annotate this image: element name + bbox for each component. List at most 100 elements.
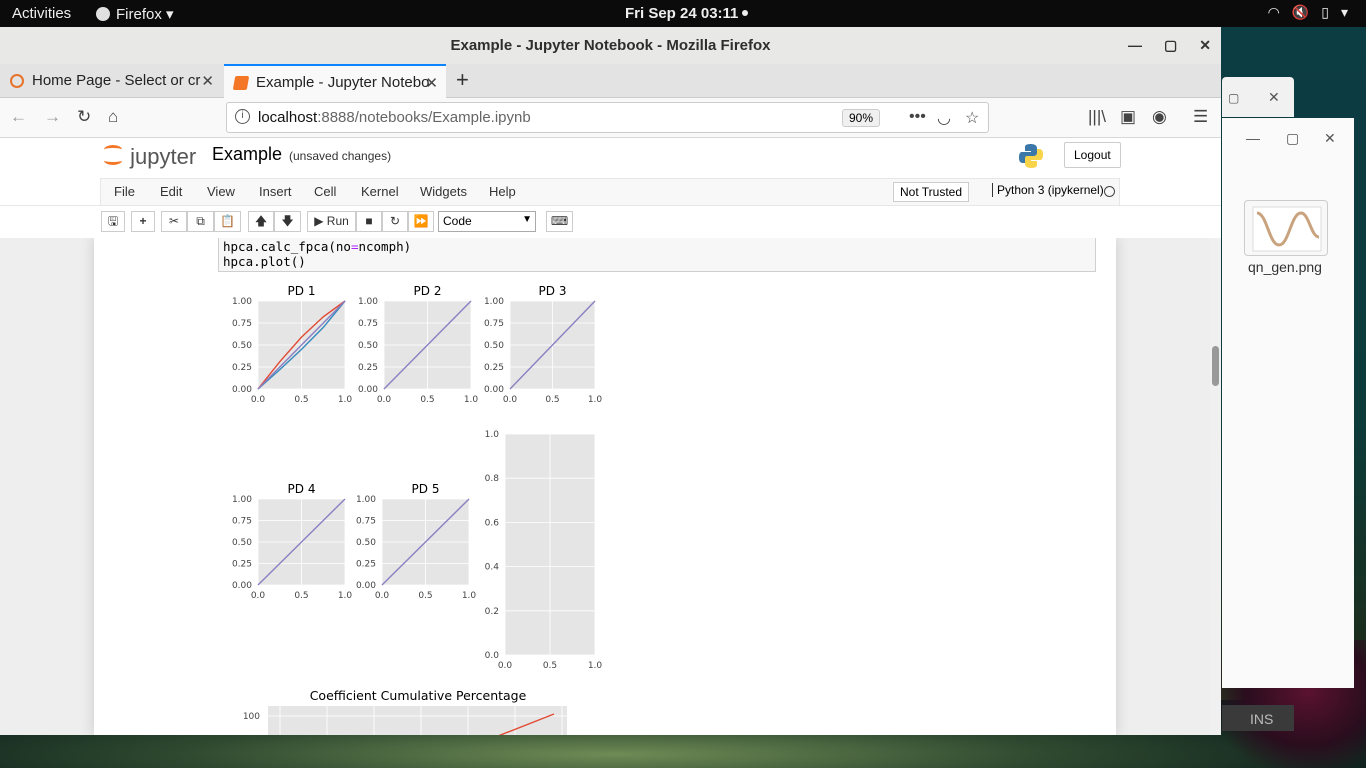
notebook-container: hpca.calc_fpca(no=ncomph) hpca.plot() 0.… — [94, 238, 1116, 735]
sidebar-icon[interactable]: ▣ — [1120, 107, 1136, 127]
x-tick-label: 0.0 — [375, 591, 390, 601]
menu-widgets[interactable]: Widgets — [420, 184, 467, 199]
x-tick-label: 1.0 — [588, 395, 603, 405]
app-name: Firefox — [116, 6, 162, 23]
x-tick-label: 1.0 — [588, 661, 603, 671]
battery-icon: ▯ — [1321, 4, 1329, 20]
y-tick-label: 0.50 — [356, 538, 376, 548]
y-tick-label: 0.8 — [485, 474, 500, 484]
maximize-icon[interactable]: ▢ — [1286, 130, 1299, 147]
wifi-icon: ◠ — [1267, 4, 1280, 20]
y-tick-label: 0.25 — [484, 363, 504, 373]
y-tick-label: 0.00 — [232, 581, 252, 591]
subplot-title: PD 4 — [288, 482, 316, 496]
close-icon[interactable]: ✕ — [1199, 27, 1211, 64]
logout-button[interactable]: Logout — [1064, 142, 1121, 168]
restart-icon[interactable]: ↻ — [382, 211, 408, 232]
volume-muted-icon: 🔇 — [1291, 4, 1310, 20]
cell-type-select[interactable]: Code ▼ — [438, 211, 536, 232]
x-tick-label: 0.5 — [294, 395, 308, 405]
back-icon[interactable]: ← — [10, 107, 27, 127]
close-icon[interactable]: ✕ — [1324, 130, 1336, 147]
library-icon[interactable]: |||\ — [1088, 107, 1106, 127]
cut-icon[interactable]: ✂ — [161, 211, 187, 232]
file-thumbnail[interactable] — [1244, 200, 1328, 256]
menu-edit[interactable]: Edit — [160, 184, 182, 199]
y-tick-label: 0.6 — [485, 518, 500, 528]
menu-cell[interactable]: Cell — [314, 184, 336, 199]
jupyter-logo-text: jupyter — [130, 144, 197, 169]
interrupt-icon[interactable]: ■ — [356, 211, 382, 232]
y-tick-label: 0.25 — [232, 560, 252, 570]
bookmark-star-icon[interactable]: ☆ — [965, 108, 979, 128]
x-tick-label: 0.5 — [545, 395, 559, 405]
chevron-down-icon: ▼ — [522, 214, 532, 225]
clock[interactable]: Fri Sep 24 03:11 — [625, 5, 749, 22]
y-tick-label: 1.00 — [232, 495, 252, 505]
minimize-icon[interactable]: — — [1246, 130, 1260, 146]
reload-icon[interactable]: ↻ — [77, 107, 91, 127]
tab-label: Home Page - Select or cr — [32, 72, 201, 89]
y-tick-label: 0.00 — [484, 385, 504, 395]
account-icon[interactable]: ◉ — [1152, 107, 1167, 127]
activities-button[interactable]: Activities — [12, 5, 71, 22]
window-title: Example - Jupyter Notebook - Mozilla Fir… — [450, 37, 771, 54]
scrollbar-thumb[interactable] — [1212, 346, 1219, 386]
background-window-titlebar[interactable]: ▢ ✕ — [1222, 77, 1294, 117]
app-menu-button[interactable]: Firefox ▾ — [96, 5, 174, 23]
url-text[interactable]: localhost:8888/notebooks/Example.ipynb — [258, 109, 531, 126]
status-area[interactable]: ◠ 🔇 ▯ ▾ — [1268, 4, 1348, 21]
firefox-favicon-icon — [10, 74, 24, 88]
page-actions-icon[interactable]: ••• — [909, 108, 926, 126]
chevron-down-icon: ▾ — [1340, 4, 1348, 20]
close-tab-icon[interactable]: ✕ — [201, 72, 214, 90]
file-name[interactable]: qn_gen.png — [1248, 259, 1322, 275]
restart-run-all-icon[interactable]: ⏩ — [408, 211, 434, 232]
zoom-level[interactable]: 90% — [842, 109, 881, 127]
home-icon[interactable]: ⌂ — [108, 107, 118, 127]
jupyter-logo[interactable]: jupyter — [104, 143, 196, 170]
paste-icon[interactable]: 📋 — [214, 211, 241, 232]
kernel-name[interactable]: Python 3 (ipykernel) — [992, 183, 1104, 197]
page-scrollbar[interactable] — [1210, 238, 1221, 735]
y-tick-label: 0.50 — [232, 341, 252, 351]
copy-icon[interactable]: ⧉ — [187, 211, 214, 232]
window-titlebar[interactable]: Example - Jupyter Notebook - Mozilla Fir… — [0, 27, 1221, 64]
cell-type-value: Code — [443, 214, 472, 228]
command-palette-icon[interactable]: ⌨ — [546, 211, 573, 232]
close-icon[interactable]: ✕ — [1268, 89, 1280, 106]
y-tick-label: 0.25 — [356, 560, 376, 570]
y-tick-label: 0.25 — [358, 363, 378, 373]
run-button[interactable]: ▶ Run — [307, 211, 356, 232]
maximize-icon[interactable]: ▢ — [1164, 27, 1177, 64]
site-info-icon[interactable]: i — [235, 109, 250, 124]
maximize-icon[interactable]: ▢ — [1228, 91, 1239, 105]
y-tick-label: 0.50 — [232, 538, 252, 548]
menu-insert[interactable]: Insert — [259, 184, 292, 199]
pocket-icon[interactable]: ◡ — [937, 108, 951, 128]
url-bar[interactable]: i localhost:8888/notebooks/Example.ipynb… — [226, 102, 989, 133]
insert-cell-icon[interactable]: + — [131, 211, 155, 232]
subplot-title: Coefficient Cumulative Percentage — [310, 688, 527, 703]
y-tick-label: 1.00 — [358, 297, 378, 307]
menu-file[interactable]: File — [114, 184, 135, 199]
autosave-status: (unsaved changes) — [289, 149, 392, 163]
close-tab-icon[interactable]: ✕ — [425, 74, 438, 92]
tab-home-page[interactable]: Home Page - Select or cr ✕ — [0, 64, 222, 98]
new-tab-icon[interactable]: + — [456, 67, 469, 93]
notebook-menubar: File Edit View Insert Cell Kernel Widget… — [0, 178, 1221, 206]
move-down-icon[interactable]: 🡇 — [274, 211, 301, 232]
save-icon[interactable]: 🖫 — [101, 211, 125, 232]
trusted-indicator[interactable]: Not Trusted — [893, 182, 970, 202]
x-tick-label: 0.5 — [420, 395, 434, 405]
move-up-icon[interactable]: 🡅 — [248, 211, 274, 232]
forward-icon[interactable]: → — [44, 107, 61, 127]
minimize-icon[interactable]: — — [1128, 27, 1142, 64]
menu-icon[interactable]: ☰ — [1193, 107, 1208, 127]
menu-kernel[interactable]: Kernel — [361, 184, 399, 199]
tab-example-notebook[interactable]: Example - Jupyter Notebo ✕ — [224, 64, 446, 98]
menu-view[interactable]: View — [207, 184, 235, 199]
menu-help[interactable]: Help — [489, 184, 516, 199]
x-tick-label: 0.0 — [251, 395, 266, 405]
notebook-name[interactable]: Example — [212, 144, 282, 165]
